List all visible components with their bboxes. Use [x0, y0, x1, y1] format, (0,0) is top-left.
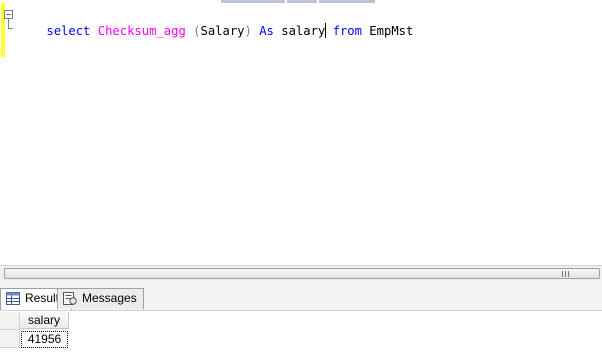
code-line[interactable]: select Checksum_agg (Salary) As salary f… [17, 7, 413, 55]
tab-messages-label: Messages [82, 291, 137, 305]
code-token: select [46, 24, 98, 38]
code-token: Salary [200, 24, 245, 38]
collapse-toggle-icon[interactable]: − [4, 10, 13, 19]
messages-icon [63, 292, 77, 305]
query-editor[interactable]: − select Checksum_agg (Salary) As salary… [0, 3, 602, 265]
code-token: from [332, 24, 362, 38]
corner-header [0, 312, 20, 330]
fold-end [8, 28, 13, 29]
code-token: As [259, 24, 274, 38]
grid-cell[interactable]: 41956 [21, 331, 68, 348]
results-tab-strip: Results Messages [0, 282, 602, 311]
results-grid: salary 41956 [0, 311, 602, 364]
code-token: Checksum_agg [97, 24, 186, 38]
scrollbar-thumb[interactable] [4, 268, 600, 279]
tab-messages[interactable]: Messages [57, 288, 144, 309]
grip-icon [562, 271, 570, 277]
row-header[interactable] [0, 330, 20, 348]
code-token: ) [244, 24, 252, 38]
results-grid-icon [6, 292, 20, 305]
code-token: EmpMst [361, 24, 414, 38]
editor-gutter: − [0, 3, 14, 265]
column-header[interactable]: salary [20, 312, 69, 329]
code-token: salary [273, 24, 326, 38]
fold-line [8, 19, 9, 28]
horizontal-scrollbar[interactable] [0, 265, 602, 282]
